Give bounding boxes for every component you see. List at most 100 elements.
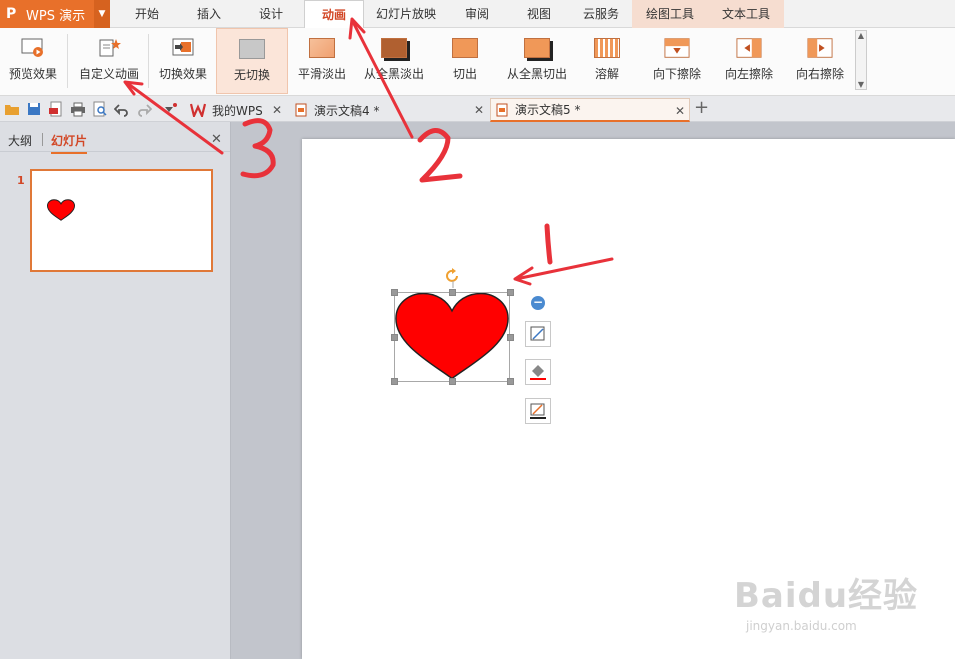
outline-color-button[interactable] [525,398,551,424]
export-pdf-icon[interactable] [48,101,64,117]
slide-number: 1 [17,174,25,187]
custom-animation-button[interactable]: 自定义动画 [74,28,144,94]
transition-label: 向右擦除 [795,67,844,81]
outline-pen-icon [530,403,546,419]
menu-bar: P WPS 演示 ▼ 开始 插入 设计 动画 幻灯片放映 审阅 视图 云服务 绘… [0,0,955,29]
preview-effect-button[interactable]: 预览效果 [4,28,62,94]
tab-slides[interactable]: 幻灯片 [51,132,88,154]
watermark-main-text: Baidu经验 [734,576,919,616]
preview-icon [20,37,46,59]
transition-none-icon [239,38,265,60]
doc-tab-label: 演示文稿5 * [515,103,581,117]
tab-review[interactable]: 审阅 [452,0,502,28]
doc-tab-label: 演示文稿4 * [314,103,380,118]
chevron-up-icon[interactable]: ▲ [858,31,864,40]
selection-box [394,292,510,382]
transition-cut[interactable]: 切出 [436,28,494,94]
tab-cloud[interactable]: 云服务 [574,0,628,28]
tab-design[interactable]: 设计 [246,0,296,28]
customize-toolbar-icon[interactable] [162,101,178,117]
animation-ribbon: 预览效果 自定义动画 切换效果 无切换 平滑淡出 从全黑淡出 切出 从全黑切出 … [0,28,955,96]
transition-black-fade-icon [381,37,407,59]
transition-label: 无切换 [233,68,270,82]
wipe-down-icon [664,37,690,59]
open-folder-icon[interactable] [4,101,20,117]
transition-label: 从全黑切出 [506,67,567,81]
gallery-scroll[interactable]: ▲ ▼ [855,30,867,90]
close-icon[interactable]: ✕ [272,103,282,117]
doc-tab-presentation-4[interactable]: 演示文稿4 * ✕ [290,98,488,122]
wps-w-icon [190,103,206,117]
ribbon-separator [67,34,68,88]
shape-style-button[interactable] [525,321,551,347]
transition-label: 切出 [452,67,477,81]
tab-home[interactable]: 开始 [122,0,172,28]
slides-panel: 大纲 幻灯片 ✕ 1 [0,122,231,659]
chevron-down-icon[interactable]: ▼ [94,0,110,28]
slide-thumbnail[interactable] [30,169,213,272]
undo-icon[interactable] [114,101,130,117]
close-icon[interactable]: ✕ [211,132,222,147]
collapse-toolbar-icon[interactable]: − [531,296,545,310]
transition-label: 向左擦除 [724,67,773,81]
fill-color-button[interactable] [525,359,551,385]
resize-handle[interactable] [507,334,514,341]
save-icon[interactable] [26,101,42,117]
new-tab-plus-icon[interactable]: + [694,97,709,118]
ribbon-separator [148,34,149,88]
custom-animation-icon [96,37,122,59]
switch-effect-icon [170,37,196,59]
redo-icon[interactable] [136,101,152,117]
tab-view[interactable]: 视图 [514,0,564,28]
close-icon[interactable]: ✕ [474,103,484,117]
print-preview-icon[interactable] [92,101,108,117]
doc-tab-my-wps[interactable]: 我的WPS ✕ [186,98,286,122]
preview-effect-label: 预览效果 [8,67,57,81]
paint-bucket-icon [530,365,546,380]
transition-label: 向下擦除 [652,67,701,81]
rotate-handle-icon[interactable] [445,268,461,288]
app-name: WPS 演示 [26,8,86,24]
app-menu-button[interactable]: P WPS 演示 ▼ [0,0,110,28]
transition-cut-icon [452,37,478,59]
transition-dissolve[interactable]: 溶解 [582,28,632,94]
transition-wipe-down[interactable]: 向下擦除 [644,28,710,94]
watermark-url: jingyan.baidu.com [746,619,857,633]
shape-style-icon [530,326,545,341]
resize-handle[interactable] [507,378,514,385]
tab-text-tools[interactable]: 文本工具 [708,0,784,28]
doc-tab-presentation-5[interactable]: 演示文稿5 * ✕ [490,98,690,122]
resize-handle[interactable] [391,334,398,341]
transition-wipe-right[interactable]: 向右擦除 [788,28,852,94]
wps-logo-icon: P [6,6,17,22]
transition-dissolve-icon [594,37,620,59]
tab-animation[interactable]: 动画 [304,0,364,29]
transition-smooth-fade[interactable]: 平滑淡出 [290,28,354,94]
chevron-down-icon[interactable]: ▼ [858,80,864,89]
tab-slideshow[interactable]: 幻灯片放映 [370,0,442,28]
switch-effect-label: 切换效果 [158,67,207,81]
wipe-left-icon [736,37,762,59]
custom-animation-label: 自定义动画 [78,67,139,81]
resize-handle[interactable] [391,289,398,296]
transition-cut-from-black[interactable]: 从全黑切出 [500,28,574,94]
switch-effect-button[interactable]: 切换效果 [154,28,212,94]
close-icon[interactable]: ✕ [675,104,685,118]
doc-tab-label: 我的WPS [212,103,263,118]
transition-label: 溶解 [594,67,619,81]
tab-drawing-tools[interactable]: 绘图工具 [632,0,708,28]
tab-insert[interactable]: 插入 [184,0,234,28]
resize-handle[interactable] [449,378,456,385]
resize-handle[interactable] [449,289,456,296]
resize-handle[interactable] [391,378,398,385]
presentation-file-icon [496,103,508,116]
transition-wipe-left[interactable]: 向左擦除 [716,28,782,94]
resize-handle[interactable] [507,289,514,296]
tab-outline[interactable]: 大纲 [8,132,32,149]
transition-none[interactable]: 无切换 [216,28,288,94]
transition-fade-from-black[interactable]: 从全黑淡出 [358,28,430,94]
presentation-file-icon [295,103,307,117]
slides-panel-header: 大纲 幻灯片 ✕ [0,122,230,154]
quick-access-toolbar: 我的WPS ✕ 演示文稿4 * ✕ 演示文稿5 * ✕ + [0,96,955,122]
print-icon[interactable] [70,101,86,117]
